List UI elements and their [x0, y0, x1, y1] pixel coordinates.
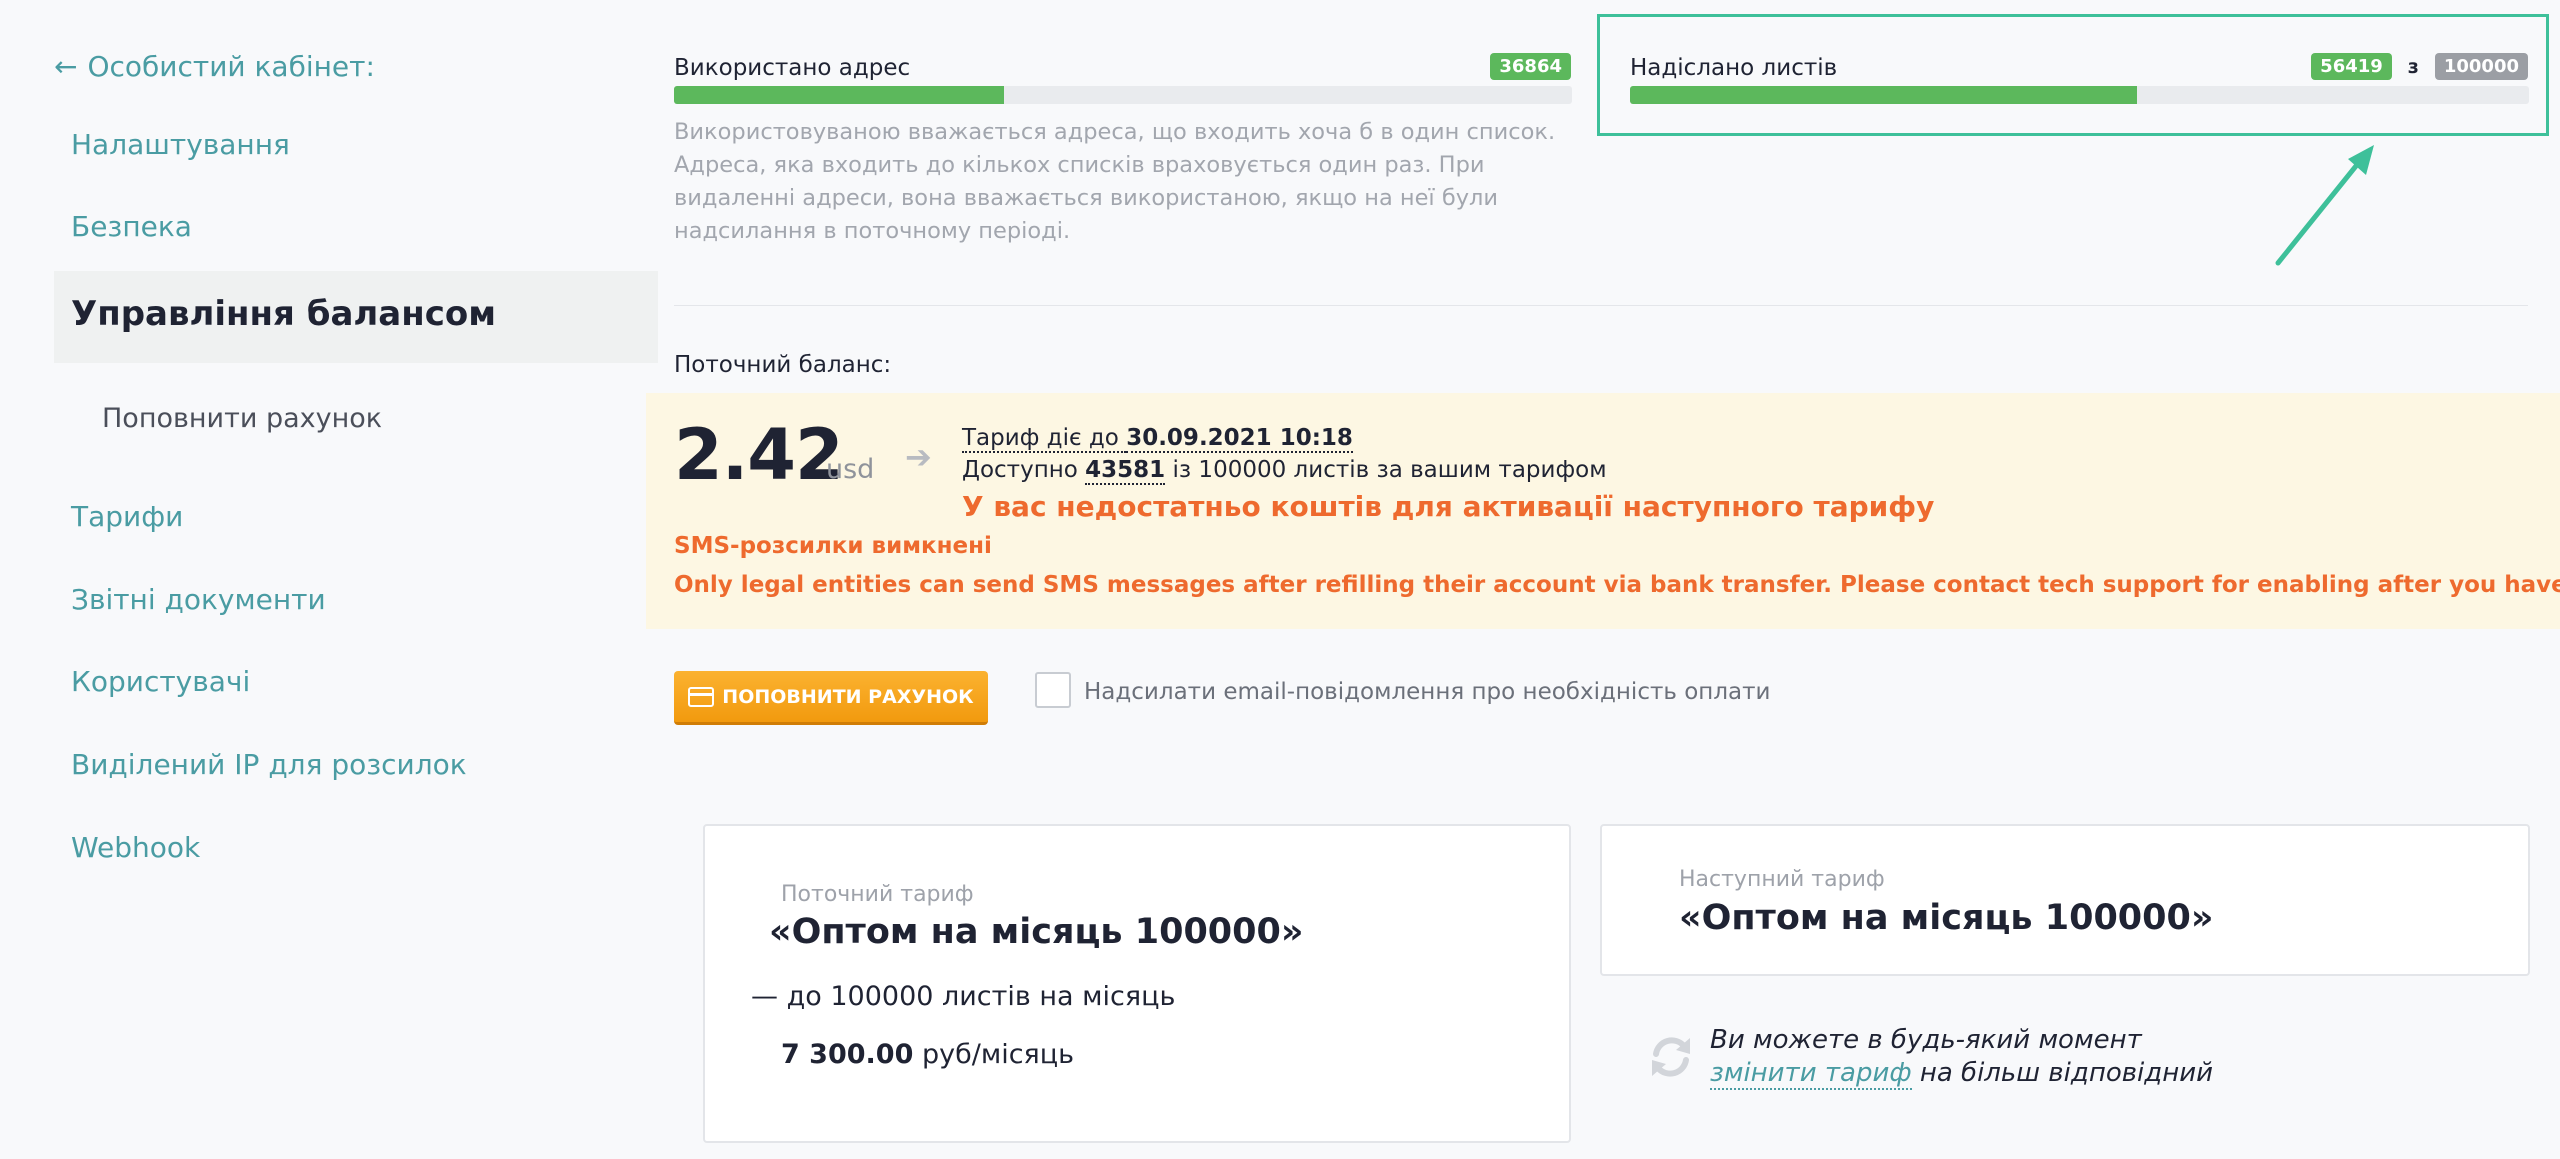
tariff-valid-date: 30.09.2021 10:18	[1126, 425, 1353, 453]
sidebar-item-users[interactable]: Користувачі	[71, 665, 250, 698]
change-tariff-text: Ви можете в будь-який момент змінити тар…	[1710, 1024, 2213, 1090]
topup-button[interactable]: ПОПОВНИТИ РАХУНОК	[674, 671, 988, 725]
email-notify-label[interactable]: Надсилати email-повідомлення про необхід…	[1084, 679, 1770, 705]
change-tariff-line2: змінити тариф на більш відповідний	[1710, 1057, 2213, 1090]
back-to-cabinet-link[interactable]: ← Особистий кабінет:	[54, 50, 375, 83]
email-notify-checkbox[interactable]	[1035, 672, 1071, 708]
balance-amount: 2.42	[674, 414, 844, 496]
sidebar-item-security[interactable]: Безпека	[71, 210, 192, 243]
next-tariff-card: Наступний тариф «Оптом на місяць 100000»	[1600, 824, 2530, 976]
refresh-icon	[1652, 1037, 1690, 1077]
sidebar-item-balance-label: Управління балансом	[71, 294, 497, 334]
available-letters-line: Доступно 43581 із 100000 листів за вашим…	[962, 457, 1607, 485]
current-tariff-price-line: 7 300.00 руб/місяць	[781, 1039, 1074, 1070]
credit-card-icon	[688, 686, 715, 707]
current-tariff-price: 7 300.00	[781, 1039, 914, 1070]
annotation-arrow-icon	[2275, 145, 2374, 266]
topup-button-label: ПОПОВНИТИ РАХУНОК	[722, 685, 974, 708]
annotation-highlight-box	[1597, 14, 2549, 136]
available-prefix: Доступно	[962, 457, 1086, 483]
sidebar-item-tariffs[interactable]: Тарифи	[71, 500, 183, 533]
current-tariff-letters: — до 100000 листів на місяць	[751, 981, 1176, 1012]
sms-legal-notice: Only legal entities can send SMS message…	[674, 572, 2560, 598]
used-addresses-bar	[674, 86, 1572, 104]
sidebar-item-settings[interactable]: Налаштування	[71, 128, 290, 161]
next-tariff-caption: Наступний тариф	[1679, 867, 1885, 892]
sidebar-item-topup[interactable]: Поповнити рахунок	[102, 403, 382, 434]
balance-currency: usd	[826, 454, 875, 485]
next-tariff-name: «Оптом на місяць 100000»	[1679, 898, 2214, 938]
section-divider	[674, 305, 2528, 306]
sidebar-item-webhook[interactable]: Webhook	[71, 831, 200, 864]
tariff-valid-line: Тариф діє до 30.09.2021 10:18	[962, 425, 1353, 453]
current-tariff-name: «Оптом на місяць 100000»	[769, 912, 1304, 952]
sidebar-item-dedicated-ip[interactable]: Виділений IP для розсилок	[71, 748, 467, 781]
used-addresses-badge: 36864	[1490, 53, 1571, 80]
tariff-valid-prefix: Тариф діє до	[962, 425, 1127, 453]
sidebar-item-reports[interactable]: Звітні документи	[71, 583, 326, 616]
change-tariff-line1: Ви можете в будь-який момент	[1710, 1025, 2142, 1055]
sms-disabled-notice: SMS-розсилки вимкнені	[674, 533, 992, 559]
available-suffix: із 100000 листів за вашим тарифом	[1165, 457, 1607, 483]
available-count: 43581	[1085, 457, 1166, 485]
change-tariff-suffix: на більш відповідний	[1911, 1058, 2214, 1088]
used-addresses-fill	[674, 86, 1005, 104]
arrow-left-icon: ←	[54, 50, 78, 83]
insufficient-funds-warning: У вас недостатньо коштів для активації н…	[962, 490, 1935, 523]
arrow-right-icon: ➔	[905, 438, 932, 476]
current-tariff-price-unit: руб/місяць	[913, 1039, 1075, 1070]
used-addresses-note: Використовуваною вважається адреса, що в…	[674, 119, 1556, 244]
change-tariff-link[interactable]: змінити тариф	[1710, 1058, 1912, 1090]
balance-label: Поточний баланс:	[674, 352, 892, 378]
current-tariff-card: Поточний тариф «Оптом на місяць 100000» …	[703, 824, 1571, 1143]
used-addresses-label: Використано адрес	[674, 55, 911, 81]
back-link-label: Особистий кабінет:	[87, 50, 375, 83]
current-tariff-caption: Поточний тариф	[781, 882, 974, 907]
